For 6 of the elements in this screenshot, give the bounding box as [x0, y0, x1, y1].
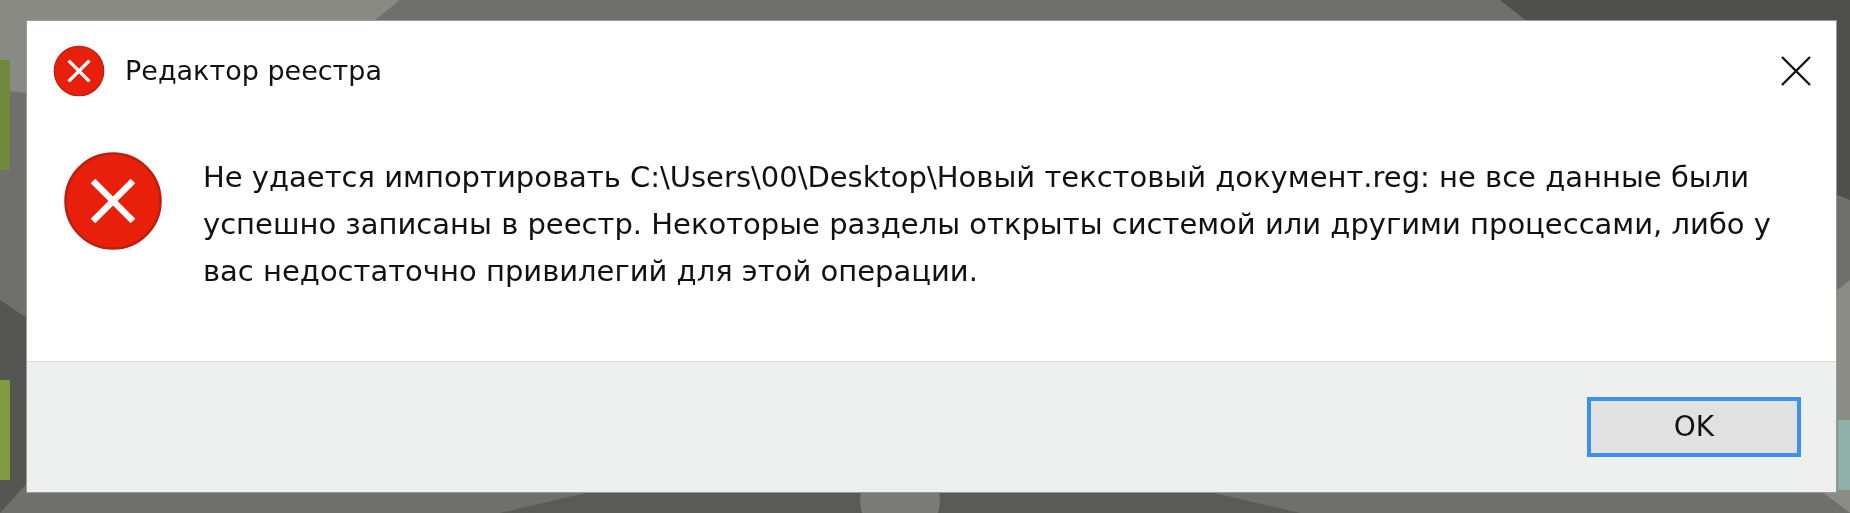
error-icon — [63, 151, 163, 251]
ok-button[interactable]: OK — [1587, 397, 1801, 457]
error-message: Не удается импортировать C:\Users\00\Desktop\Новый текстовый документ.reg: не все данные были успешно записаны в реестр. Некоторые разделы открыты системой или другими процессами, либо у вас недостаточно привилегий для этой операции. — [203, 159, 1772, 290]
window-title: Редактор реестра — [125, 53, 382, 88]
error-icon — [53, 45, 105, 97]
close-icon[interactable] — [1780, 55, 1812, 87]
